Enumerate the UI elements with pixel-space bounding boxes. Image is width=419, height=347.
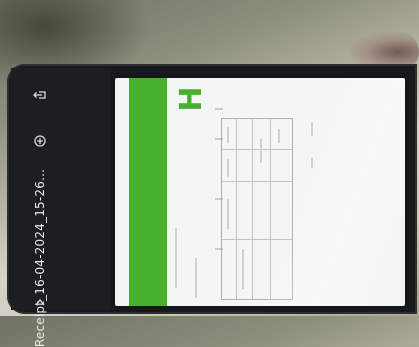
table-text xyxy=(260,139,262,163)
table-text xyxy=(227,127,229,143)
viewer-toolbar: Receipt_16-04-2024_15-26... xyxy=(11,68,111,347)
receipt-logo: H xyxy=(173,79,209,119)
logo-letter: H xyxy=(173,86,209,112)
share-icon xyxy=(33,91,46,99)
screen-glare xyxy=(265,78,405,306)
receipt-header-band xyxy=(129,78,167,306)
share-button[interactable] xyxy=(25,80,55,110)
receipt-document: H xyxy=(115,78,405,306)
table-text xyxy=(227,199,229,229)
footer-text xyxy=(175,228,177,288)
table-text xyxy=(227,159,229,177)
table-text xyxy=(242,249,244,289)
open-in-button[interactable] xyxy=(25,126,55,156)
back-arrow-icon xyxy=(35,298,45,306)
table-divider xyxy=(236,119,237,299)
file-title: Receipt_16-04-2024_15-26... xyxy=(33,168,47,347)
table-divider xyxy=(252,119,253,299)
back-button[interactable] xyxy=(25,294,55,310)
footer-text xyxy=(195,258,197,298)
text-line xyxy=(215,108,223,110)
phone: Receipt_16-04-2024_15-26... H xyxy=(7,64,417,347)
open-in-icon xyxy=(34,135,46,147)
